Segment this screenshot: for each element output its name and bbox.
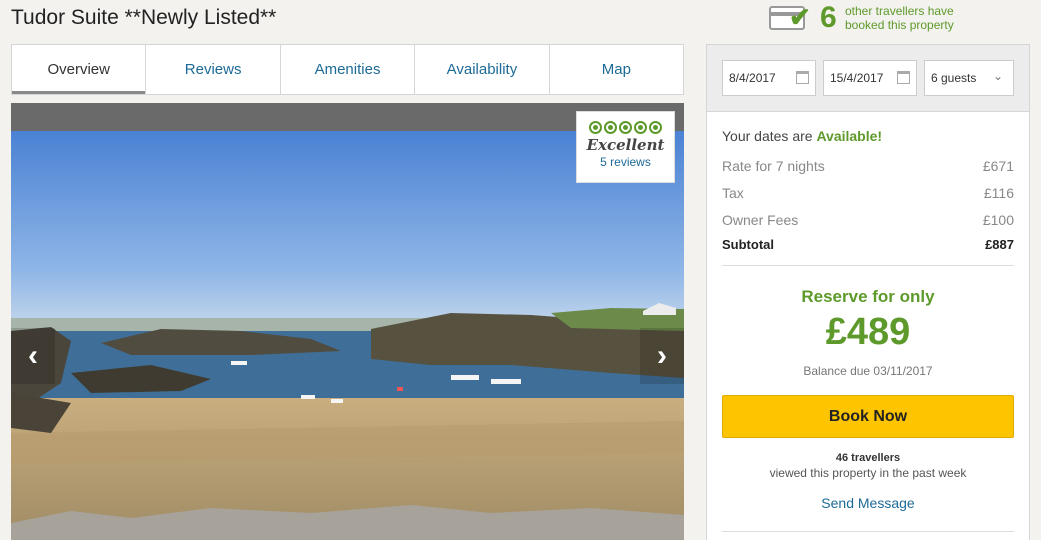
- tab-availability[interactable]: Availability: [415, 45, 550, 94]
- book-now-button[interactable]: Book Now: [722, 395, 1014, 438]
- tax-row: Tax £116: [722, 185, 1014, 201]
- tab-bar: Overview Reviews Amenities Availability …: [11, 44, 684, 95]
- date-picker-bar: 8/4/2017 15/4/2017 6 guests ⌄: [707, 45, 1029, 112]
- reserve-amount: £489: [825, 311, 911, 353]
- booked-text: other travellers have booked this proper…: [845, 4, 954, 32]
- viewed-text: viewed this property in the past week: [769, 466, 967, 480]
- photo-gallery[interactable]: ‹ › Excellent 5 reviews: [11, 103, 684, 540]
- checkout-field[interactable]: 15/4/2017: [823, 60, 917, 96]
- reserve-label: Reserve for only: [801, 287, 935, 306]
- prev-photo-button[interactable]: ‹: [11, 328, 55, 384]
- review-badge[interactable]: Excellent 5 reviews: [576, 111, 675, 183]
- divider: [722, 531, 1014, 532]
- rating-bubble: [604, 121, 617, 134]
- check-icon: ✔: [789, 2, 811, 32]
- tab-amenities[interactable]: Amenities: [281, 45, 416, 94]
- calendar-icon: [897, 71, 910, 84]
- booked-count: 6: [820, 1, 837, 34]
- chevron-left-icon: ‹: [28, 339, 38, 372]
- chevron-down-icon: ⌄: [992, 69, 1003, 83]
- tab-overview[interactable]: Overview: [12, 45, 147, 94]
- rate-row: Rate for 7 nights £671: [722, 158, 1014, 174]
- rating-bubble: [619, 121, 632, 134]
- review-count-link[interactable]: 5 reviews: [577, 155, 674, 169]
- rating-bubble: [649, 121, 662, 134]
- send-message-link[interactable]: Send Message: [707, 495, 1029, 511]
- balance-due: Balance due 03/11/2017: [803, 364, 933, 378]
- rating-bubble: [589, 121, 602, 134]
- subtotal-row: Subtotal £887: [722, 237, 1014, 252]
- rating-word: Excellent: [586, 136, 665, 154]
- rating-bubble: [634, 121, 647, 134]
- owner-fees-row: Owner Fees £100: [722, 212, 1014, 228]
- guests-select[interactable]: 6 guests ⌄: [924, 60, 1014, 96]
- tab-reviews[interactable]: Reviews: [146, 45, 281, 94]
- page-title: Tudor Suite **Newly Listed**: [11, 6, 277, 29]
- tab-map[interactable]: Map: [550, 45, 683, 94]
- booking-panel: 8/4/2017 15/4/2017 6 guests ⌄ Your dates…: [706, 44, 1030, 540]
- chevron-right-icon: ›: [657, 339, 667, 372]
- divider: [722, 265, 1014, 266]
- checkin-field[interactable]: 8/4/2017: [722, 60, 816, 96]
- next-photo-button[interactable]: ›: [640, 328, 684, 384]
- rating-bubbles-icon: [577, 121, 674, 134]
- calendar-icon: [796, 71, 809, 84]
- booked-notice: ✔ 6 other travellers have booked this pr…: [767, 2, 1041, 36]
- availability-status: Your dates are Available!: [722, 128, 883, 144]
- viewed-count: 46 travellers: [835, 452, 901, 464]
